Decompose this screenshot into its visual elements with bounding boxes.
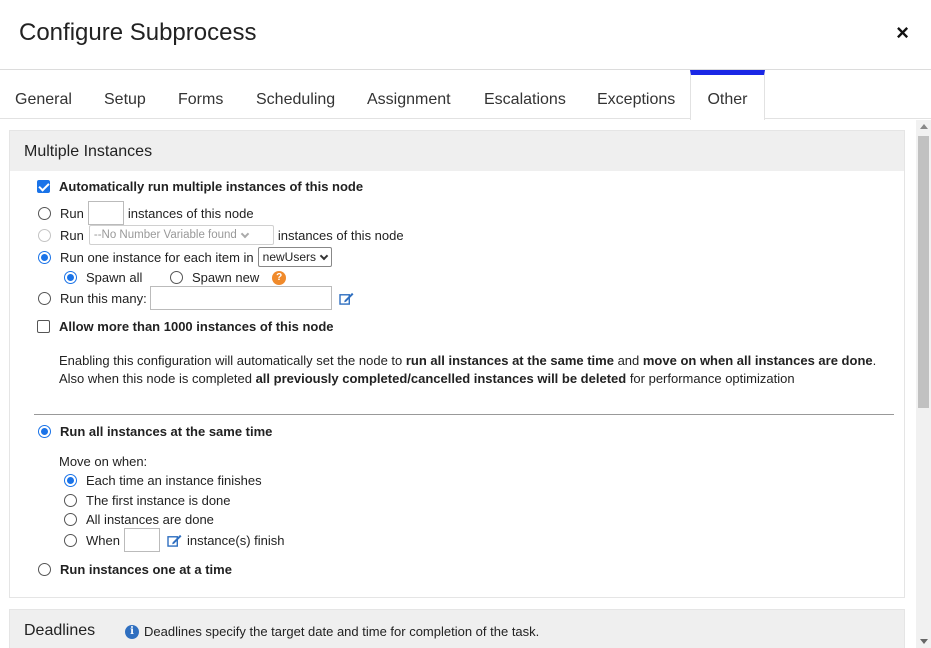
run-same-time-label: Run all instances at the same time [60, 424, 273, 439]
desc-text-4: for performance optimization [626, 371, 795, 386]
move-first-radio[interactable] [64, 494, 77, 507]
desc-bold-1: run all instances at the same time [405, 353, 614, 368]
tab-scheduling[interactable]: Scheduling [256, 70, 335, 119]
run-n-input[interactable] [87, 201, 124, 225]
move-when-suffix: instance(s) finish [186, 532, 285, 548]
tab-assignment[interactable]: Assignment [367, 70, 451, 119]
run-many-radio[interactable] [38, 291, 51, 305]
run-var-label: Run [60, 227, 84, 243]
move-when-input[interactable] [123, 528, 160, 552]
move-on-label: Move on when: [59, 454, 147, 469]
run-n-row: Run instances of this node [38, 201, 254, 225]
move-each-label: Each time an instance finishes [86, 473, 262, 488]
desc-bold-2: move on when all instances are done [642, 353, 873, 368]
move-all-row: All instances are done [64, 512, 214, 527]
tab-content: Multiple Instances Automatically run mul… [0, 120, 916, 648]
scrollbar[interactable] [916, 120, 931, 648]
deadlines-panel: Deadlines i Deadlines specify the target… [9, 609, 905, 648]
auto-run-checkbox[interactable] [37, 180, 50, 193]
chevron-down-icon [319, 251, 329, 260]
run-one-at-time-radio[interactable] [38, 563, 51, 576]
section-divider [34, 414, 894, 415]
spawn-all-label: Spawn all [86, 270, 143, 285]
spawn-all-row: Spawn all [64, 270, 142, 285]
allow-more-checkbox[interactable] [37, 320, 50, 333]
deadlines-info-text: Deadlines specify the target date and ti… [144, 624, 540, 639]
item-list-select-value: newUsers [262, 250, 317, 264]
help-icon[interactable]: ? [272, 270, 287, 285]
run-var-suffix: instances of this node [277, 227, 404, 243]
tab-other[interactable]: Other [690, 70, 765, 120]
multiple-instances-heading: Multiple Instances [10, 131, 904, 171]
tab-setup[interactable]: Setup [104, 70, 146, 119]
dialog-header: Configure Subprocess × [0, 0, 931, 70]
number-variable-select-value: --No Number Variable found [93, 229, 237, 241]
edit-icon[interactable] [167, 534, 182, 547]
tab-exceptions[interactable]: Exceptions [597, 70, 675, 119]
number-variable-select[interactable]: --No Number Variable found [88, 225, 274, 245]
run-same-time-radio[interactable] [38, 425, 51, 438]
deadlines-heading: Deadlines [24, 622, 96, 639]
auto-run-label: Automatically run multiple instances of … [59, 179, 364, 194]
move-all-radio[interactable] [64, 513, 77, 526]
scroll-up-icon[interactable] [920, 124, 928, 129]
run-var-row: Run --No Number Variable found instances… [38, 225, 404, 245]
move-first-label: The first instance is done [86, 493, 231, 508]
run-one-at-time-label: Run instances one at a time [60, 562, 232, 577]
run-each-label: Run one instance for each item in [60, 249, 254, 265]
run-n-radio[interactable] [38, 206, 51, 220]
run-var-radio[interactable] [38, 228, 51, 242]
move-first-row: The first instance is done [64, 493, 231, 508]
spawn-new-row: Spawn new ? [170, 270, 287, 285]
desc-text-1: Enabling this configuration will automat… [59, 353, 406, 368]
chevron-down-icon [240, 229, 250, 238]
allow-more-row[interactable]: Allow more than 1000 instances of this n… [37, 319, 334, 334]
multiple-instances-panel: Multiple Instances Automatically run mul… [9, 130, 905, 598]
allow-more-description: Enabling this configuration will automat… [59, 352, 879, 388]
item-list-select[interactable]: newUsers [257, 247, 333, 267]
run-many-label: Run this many: [60, 290, 147, 306]
move-when-row: When instance(s) finish [64, 528, 285, 552]
run-many-input[interactable] [149, 286, 332, 310]
tab-bar: General Setup Forms Scheduling Assignmen… [0, 70, 931, 120]
dialog-title: Configure Subprocess [19, 19, 257, 46]
move-each-radio[interactable] [64, 474, 77, 487]
desc-bold-3: all previously completed/cancelled insta… [255, 371, 627, 386]
edit-icon[interactable] [339, 292, 354, 305]
scroll-down-icon[interactable] [920, 639, 928, 644]
run-each-radio[interactable] [38, 250, 51, 264]
deadlines-info: i Deadlines specify the target date and … [125, 624, 539, 639]
spawn-all-radio[interactable] [64, 271, 77, 284]
run-n-label: Run [60, 205, 84, 221]
desc-text-2: and [613, 353, 643, 368]
move-when-radio[interactable] [64, 533, 77, 547]
scrollbar-thumb[interactable] [918, 136, 929, 408]
run-one-at-time-row: Run instances one at a time [38, 562, 232, 577]
move-when-label: When [86, 532, 120, 548]
info-icon: i [125, 624, 139, 639]
close-icon[interactable]: × [896, 22, 909, 44]
run-many-row: Run this many: [38, 286, 354, 310]
tab-escalations[interactable]: Escalations [484, 70, 566, 119]
allow-more-label: Allow more than 1000 instances of this n… [59, 319, 334, 334]
move-each-row: Each time an instance finishes [64, 473, 262, 488]
spawn-new-label: Spawn new [192, 270, 260, 285]
run-same-time-row: Run all instances at the same time [38, 424, 272, 439]
move-on-text: Move on when: [59, 454, 148, 469]
auto-run-row[interactable]: Automatically run multiple instances of … [37, 179, 363, 194]
tab-forms[interactable]: Forms [178, 70, 223, 119]
spawn-new-radio[interactable] [170, 271, 183, 284]
tab-general[interactable]: General [15, 70, 72, 119]
run-each-row: Run one instance for each item in newUse… [38, 247, 333, 267]
move-all-label: All instances are done [86, 512, 214, 527]
run-n-suffix: instances of this node [127, 205, 254, 221]
